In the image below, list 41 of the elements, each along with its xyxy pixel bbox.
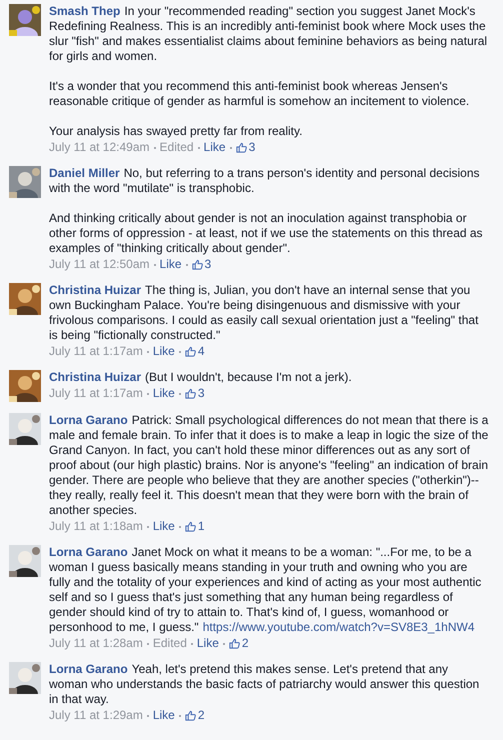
author-name[interactable]: Lorna Garano <box>49 662 128 676</box>
comment-text: Christina Huizar (But I wouldn't, because I'm not a jerk). <box>49 370 353 385</box>
comment-text: Lorna Garano Patrick: Small psychological differences do not mean that there is a male and female brain. To infer that it does is to make a leap in logic the size of the Grand Canyon. In fact, you can't hold these minor differences out as any sort of proof about (our high plastic) brains. Nor is anyone's "feeling" an indication of brain gender. There are people who believe that they are another species ("otherkin")--they really, really feel it. This doesn't mean that they were born with the brain of another species. <box>49 413 489 518</box>
author-name[interactable]: Christina Huizar <box>49 283 142 297</box>
like-count[interactable]: 3 <box>248 140 256 155</box>
like-link[interactable]: Like <box>152 519 175 534</box>
like-count[interactable]: 3 <box>204 257 212 272</box>
author-name[interactable]: Lorna Garano <box>49 545 128 559</box>
author-name[interactable]: Lorna Garano <box>49 413 128 427</box>
like-link[interactable]: Like <box>152 708 175 723</box>
author-name[interactable]: Christina Huizar <box>49 370 142 384</box>
thumbs-up-icon <box>184 710 196 721</box>
comment-text: Christina Huizar The thing is, Julian, you don't have an internal sense that you own Buckingham Palace. You're being disingenuous and dismissive with your frivolous comparisons. I could as easily call sexual orientation just a "feeling" that is being "fictionally constructed." <box>49 283 480 343</box>
thumbs-up-icon <box>236 142 247 153</box>
like-link[interactable]: Like <box>204 140 226 155</box>
edited-label: Edited <box>160 140 194 155</box>
like-link[interactable]: Like <box>152 344 175 359</box>
edited-label: Edited <box>152 636 187 651</box>
like-count[interactable]: 3 <box>198 386 205 401</box>
author-name[interactable]: Daniel Miller <box>49 166 120 180</box>
like-count[interactable]: 4 <box>198 344 205 359</box>
like-link[interactable]: Like <box>196 636 219 651</box>
like-count[interactable]: 2 <box>198 708 205 723</box>
comment-text: Lorna Garano Yeah, let's pretend this makes sense. Let's pretend that any woman who understands the basic facts of patriarchy would answer this question in that way. <box>49 662 480 707</box>
thumbs-up-icon <box>228 638 240 649</box>
comment-text: And thinking critically about gender is not an inoculation against transphobia or other forms of oppression - at least, not if we use the statements on this thread as examples of "thinking critically about gender". <box>49 211 484 256</box>
thumbs-up-icon <box>184 388 196 399</box>
comment-text: Lorna Garano Janet Mock on what it means to be a woman: "...For me, to be a woman I guess basically means standing in your truth and owning who you are fully and the totality of your experiences and kind of acting as your most authentic self and so I guess that's just something that any human being regardless of gender should kind of try to attain to. That's kind of, I guess, womanhood or personhood to me, I guess." https://www.youtube.com/watch?v=SV8E3_1hNW4 <box>49 545 482 635</box>
thumbs-up-icon <box>192 259 203 270</box>
like-count[interactable]: 1 <box>198 519 205 534</box>
comment-text: Your analysis has swayed pretty far from reality. <box>49 124 304 139</box>
like-link[interactable]: Like <box>160 257 182 272</box>
link[interactable]: https://www.youtube.com/watch?v=SV8E3_1hNW4 <box>202 620 474 634</box>
like-count[interactable]: 2 <box>242 636 249 651</box>
comment-text: Daniel Miller No, but referring to a trans person's identity and personal decisions with the word "mutilate" is transphobic. <box>49 166 481 196</box>
comment-text: Smash Thep In your "recommended reading" section you suggest Janet Mock's Redefining Realness. This is an incredibly anti-feminist book where Mock uses the slur "fish" and makes essentialist claims about feminine behaviors as being natural for girls and women. <box>49 4 488 64</box>
like-link[interactable]: Like <box>152 386 175 401</box>
thumbs-up-icon <box>184 346 196 357</box>
author-name[interactable]: Smash Thep <box>49 4 120 18</box>
comment-text: It's a wonder that you recommend this anti-feminist book whereas Jensen's reasonable critique of gender as harmful is somehow an incitement to violence. <box>49 79 470 109</box>
thumbs-up-icon <box>184 521 196 532</box>
